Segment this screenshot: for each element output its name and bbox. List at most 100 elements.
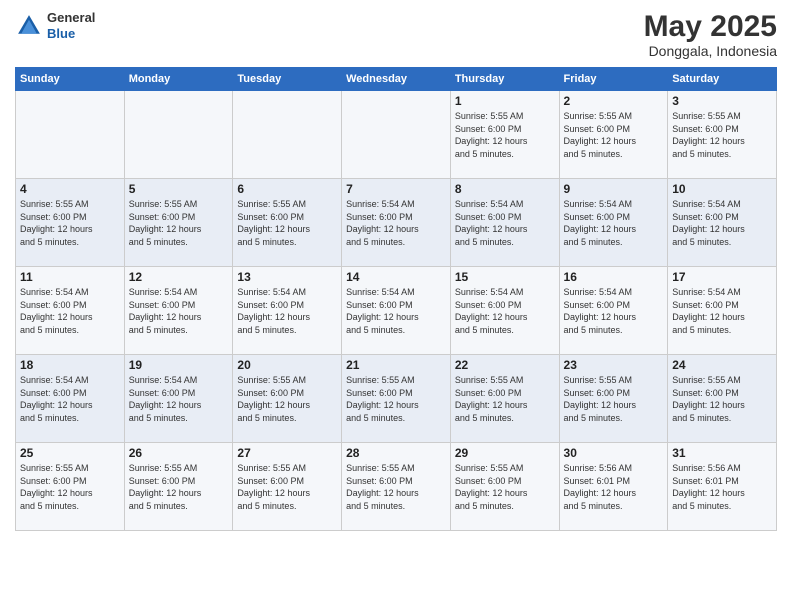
week-row-1: 1 Sunrise: 5:55 AM Sunset: 6:00 PM Daylig…	[16, 91, 777, 179]
day-number-7: 7	[346, 182, 446, 196]
day-number-15: 15	[455, 270, 555, 284]
day-info-19: Sunrise: 5:54 AM Sunset: 6:00 PM Dayligh…	[129, 374, 229, 424]
day-info-23: Sunrise: 5:55 AM Sunset: 6:00 PM Dayligh…	[564, 374, 664, 424]
day-info-1: Sunrise: 5:55 AM Sunset: 6:00 PM Dayligh…	[455, 110, 555, 160]
logo-general-text: General	[47, 10, 95, 26]
day-info-31: Sunrise: 5:56 AM Sunset: 6:01 PM Dayligh…	[672, 462, 772, 512]
day-info-8: Sunrise: 5:54 AM Sunset: 6:00 PM Dayligh…	[455, 198, 555, 248]
day-number-16: 16	[564, 270, 664, 284]
page: General Blue May 2025 Donggala, Indonesi…	[0, 0, 792, 612]
cell-w2-d1: 5 Sunrise: 5:55 AM Sunset: 6:00 PM Daylig…	[124, 179, 233, 267]
day-number-19: 19	[129, 358, 229, 372]
cell-w1-d0	[16, 91, 125, 179]
day-info-5: Sunrise: 5:55 AM Sunset: 6:00 PM Dayligh…	[129, 198, 229, 248]
cell-w1-d4: 1 Sunrise: 5:55 AM Sunset: 6:00 PM Daylig…	[450, 91, 559, 179]
day-number-8: 8	[455, 182, 555, 196]
cell-w5-d5: 30 Sunrise: 5:56 AM Sunset: 6:01 PM Dayli…	[559, 443, 668, 531]
day-info-25: Sunrise: 5:55 AM Sunset: 6:00 PM Dayligh…	[20, 462, 120, 512]
cell-w4-d4: 22 Sunrise: 5:55 AM Sunset: 6:00 PM Dayli…	[450, 355, 559, 443]
day-info-18: Sunrise: 5:54 AM Sunset: 6:00 PM Dayligh…	[20, 374, 120, 424]
day-number-21: 21	[346, 358, 446, 372]
cell-w4-d3: 21 Sunrise: 5:55 AM Sunset: 6:00 PM Dayli…	[342, 355, 451, 443]
day-number-27: 27	[237, 446, 337, 460]
cell-w5-d3: 28Sunrise: 5:55 AM Sunset: 6:00 PM Dayli…	[342, 443, 451, 531]
week-row-2: 4Sunrise: 5:55 AM Sunset: 6:00 PM Daylig…	[16, 179, 777, 267]
day-info-12: Sunrise: 5:54 AM Sunset: 6:00 PM Dayligh…	[129, 286, 229, 336]
day-number-17: 17	[672, 270, 772, 284]
day-info-21: Sunrise: 5:55 AM Sunset: 6:00 PM Dayligh…	[346, 374, 446, 424]
cell-w2-d4: 8 Sunrise: 5:54 AM Sunset: 6:00 PM Daylig…	[450, 179, 559, 267]
day-number-11: 11	[20, 270, 120, 284]
cell-w1-d1	[124, 91, 233, 179]
day-number-22: 22	[455, 358, 555, 372]
day-info-24: Sunrise: 5:55 AM Sunset: 6:00 PM Dayligh…	[672, 374, 772, 424]
day-number-31: 31	[672, 446, 772, 460]
cell-w2-d0: 4Sunrise: 5:55 AM Sunset: 6:00 PM Daylig…	[16, 179, 125, 267]
day-info-15: Sunrise: 5:54 AM Sunset: 6:00 PM Dayligh…	[455, 286, 555, 336]
header-friday: Friday	[559, 68, 668, 91]
day-info-17: Sunrise: 5:54 AM Sunset: 6:00 PM Dayligh…	[672, 286, 772, 336]
day-info-2: Sunrise: 5:55 AM Sunset: 6:00 PM Dayligh…	[564, 110, 664, 160]
calendar-body: 1 Sunrise: 5:55 AM Sunset: 6:00 PM Daylig…	[16, 91, 777, 531]
day-number-5: 5	[129, 182, 229, 196]
day-info-29: Sunrise: 5:55 AM Sunset: 6:00 PM Dayligh…	[455, 462, 555, 512]
day-number-12: 12	[129, 270, 229, 284]
cell-w4-d1: 19 Sunrise: 5:54 AM Sunset: 6:00 PM Dayli…	[124, 355, 233, 443]
calendar-subtitle: Donggala, Indonesia	[644, 43, 777, 59]
day-number-30: 30	[564, 446, 664, 460]
cell-w4-d6: 24Sunrise: 5:55 AM Sunset: 6:00 PM Dayli…	[668, 355, 777, 443]
day-info-30: Sunrise: 5:56 AM Sunset: 6:01 PM Dayligh…	[564, 462, 664, 512]
day-info-28: Sunrise: 5:55 AM Sunset: 6:00 PM Dayligh…	[346, 462, 446, 512]
cell-w2-d2: 6 Sunrise: 5:55 AM Sunset: 6:00 PM Daylig…	[233, 179, 342, 267]
week-row-3: 11 Sunrise: 5:54 AM Sunset: 6:00 PM Dayli…	[16, 267, 777, 355]
day-info-9: Sunrise: 5:54 AM Sunset: 6:00 PM Dayligh…	[564, 198, 664, 248]
cell-w3-d5: 16 Sunrise: 5:54 AM Sunset: 6:00 PM Dayli…	[559, 267, 668, 355]
day-info-26: Sunrise: 5:55 AM Sunset: 6:00 PM Dayligh…	[129, 462, 229, 512]
header-thursday: Thursday	[450, 68, 559, 91]
cell-w5-d4: 29 Sunrise: 5:55 AM Sunset: 6:00 PM Dayli…	[450, 443, 559, 531]
day-number-9: 9	[564, 182, 664, 196]
calendar-table: Sunday Monday Tuesday Wednesday Thursday…	[15, 67, 777, 531]
cell-w3-d1: 12 Sunrise: 5:54 AM Sunset: 6:00 PM Dayli…	[124, 267, 233, 355]
day-info-22: Sunrise: 5:55 AM Sunset: 6:00 PM Dayligh…	[455, 374, 555, 424]
day-info-10: Sunrise: 5:54 AM Sunset: 6:00 PM Dayligh…	[672, 198, 772, 248]
weekday-header-row: Sunday Monday Tuesday Wednesday Thursday…	[16, 68, 777, 91]
day-info-7: Sunrise: 5:54 AM Sunset: 6:00 PM Dayligh…	[346, 198, 446, 248]
cell-w3-d3: 14Sunrise: 5:54 AM Sunset: 6:00 PM Dayli…	[342, 267, 451, 355]
logo-text: General Blue	[47, 10, 95, 41]
day-info-16: Sunrise: 5:54 AM Sunset: 6:00 PM Dayligh…	[564, 286, 664, 336]
cell-w5-d1: 26 Sunrise: 5:55 AM Sunset: 6:00 PM Dayli…	[124, 443, 233, 531]
day-number-6: 6	[237, 182, 337, 196]
day-number-20: 20	[237, 358, 337, 372]
cell-w2-d6: 10Sunrise: 5:54 AM Sunset: 6:00 PM Dayli…	[668, 179, 777, 267]
cell-w3-d0: 11Sunrise: 5:54 AM Sunset: 6:00 PM Dayli…	[16, 267, 125, 355]
cell-w3-d2: 13 Sunrise: 5:54 AM Sunset: 6:00 PM Dayli…	[233, 267, 342, 355]
cell-w5-d2: 27 Sunrise: 5:55 AM Sunset: 6:00 PM Dayli…	[233, 443, 342, 531]
day-number-26: 26	[129, 446, 229, 460]
week-row-4: 18 Sunrise: 5:54 AM Sunset: 6:00 PM Dayli…	[16, 355, 777, 443]
day-number-14: 14	[346, 270, 446, 284]
day-number-1: 1	[455, 94, 555, 108]
day-number-3: 3	[672, 94, 772, 108]
header-sunday: Sunday	[16, 68, 125, 91]
cell-w1-d6: 3Sunrise: 5:55 AM Sunset: 6:00 PM Daylig…	[668, 91, 777, 179]
day-info-6: Sunrise: 5:55 AM Sunset: 6:00 PM Dayligh…	[237, 198, 337, 248]
cell-w4-d0: 18 Sunrise: 5:54 AM Sunset: 6:00 PM Dayli…	[16, 355, 125, 443]
cell-w5-d0: 25Sunrise: 5:55 AM Sunset: 6:00 PM Dayli…	[16, 443, 125, 531]
day-number-29: 29	[455, 446, 555, 460]
day-number-2: 2	[564, 94, 664, 108]
cell-w4-d5: 23Sunrise: 5:55 AM Sunset: 6:00 PM Dayli…	[559, 355, 668, 443]
day-number-13: 13	[237, 270, 337, 284]
calendar-title: May 2025	[644, 10, 777, 43]
header-tuesday: Tuesday	[233, 68, 342, 91]
cell-w1-d5: 2 Sunrise: 5:55 AM Sunset: 6:00 PM Daylig…	[559, 91, 668, 179]
cell-w2-d3: 7 Sunrise: 5:54 AM Sunset: 6:00 PM Daylig…	[342, 179, 451, 267]
day-info-13: Sunrise: 5:54 AM Sunset: 6:00 PM Dayligh…	[237, 286, 337, 336]
logo-icon	[15, 12, 43, 40]
day-info-27: Sunrise: 5:55 AM Sunset: 6:00 PM Dayligh…	[237, 462, 337, 512]
header-saturday: Saturday	[668, 68, 777, 91]
header-monday: Monday	[124, 68, 233, 91]
calendar-header: Sunday Monday Tuesday Wednesday Thursday…	[16, 68, 777, 91]
day-number-18: 18	[20, 358, 120, 372]
day-info-20: Sunrise: 5:55 AM Sunset: 6:00 PM Dayligh…	[237, 374, 337, 424]
